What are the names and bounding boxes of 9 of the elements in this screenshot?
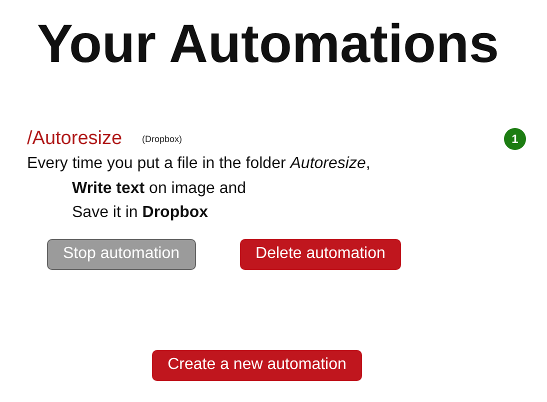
automation-service: (Dropbox) xyxy=(142,134,182,144)
description-line: Every time you put a file in the folder Autoresize, xyxy=(27,154,372,174)
delete-button[interactable]: Delete automation xyxy=(240,238,402,270)
page-title: Your Automations xyxy=(37,14,500,74)
automation-folder: /Autoresize xyxy=(27,128,122,150)
description-line: Write text on image and xyxy=(72,178,248,198)
create-button[interactable]: Create a new automation xyxy=(152,350,362,380)
description-line: Save it in Dropbox xyxy=(72,203,210,223)
count-badge: 1 xyxy=(504,128,526,150)
